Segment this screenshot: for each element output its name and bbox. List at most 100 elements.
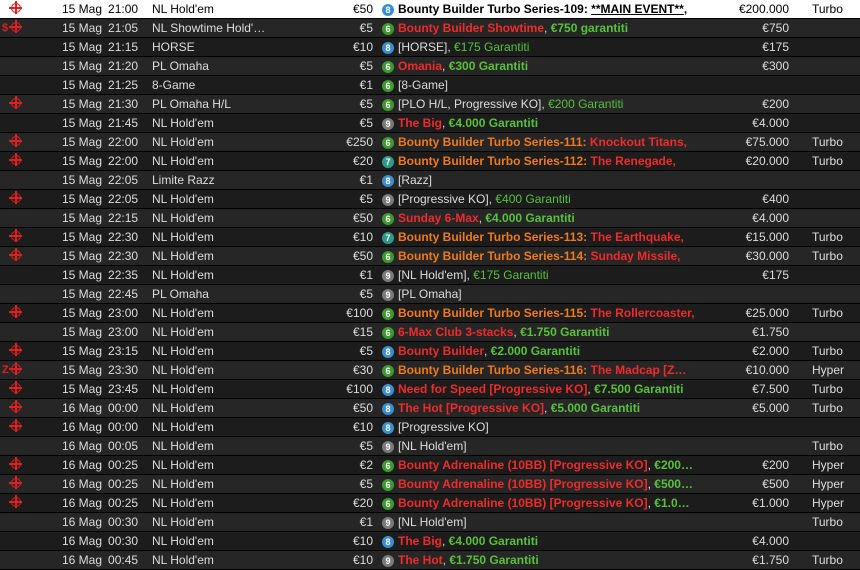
seats-7-icon: 7 xyxy=(382,232,394,244)
tournament-row[interactable]: 16 Mag 00:45 NL Hold'em €10 9 The Hot, €1… xyxy=(0,551,860,570)
tournament-row[interactable]: 16 Mag 00:25 NL Hold'em €2 6 Bounty Adren… xyxy=(0,456,860,475)
table-size-badge: 9 xyxy=(382,285,396,303)
speed-label xyxy=(812,418,860,436)
buy-in: €2 xyxy=(359,458,373,472)
tournament-name: Bounty Adrenaline (10BB) [Progressive KO… xyxy=(398,456,714,474)
tournament-row[interactable]: $ 15 Mag 21:05 NL Showtime Hold'… €5 6 Bo… xyxy=(0,19,860,38)
row-flags xyxy=(0,190,56,208)
tournament-row[interactable]: 15 Mag 21:25 8-Game €1 6 [8-Game] xyxy=(0,76,860,95)
name-segment: Bounty Builder xyxy=(398,344,484,358)
speed-label xyxy=(812,171,860,189)
tournament-row[interactable]: 15 Mag 23:00 NL Hold'em €15 6 6-Max Club … xyxy=(0,323,860,342)
start-datetime: 15 Mag 22:15 xyxy=(62,209,150,227)
seats-6-icon: 6 xyxy=(382,498,394,510)
table-size-badge: 6 xyxy=(382,494,396,512)
tournament-row[interactable]: 16 Mag 00:25 NL Hold'em €5 6 Bounty Adren… xyxy=(0,475,860,494)
tournament-name: Bounty Builder Turbo Series-109: **MAIN … xyxy=(398,0,714,18)
tournament-row[interactable]: 15 Mag 22:45 PL Omaha €5 9 [PL Omaha] xyxy=(0,285,860,304)
target-icon xyxy=(9,1,22,14)
tournament-row[interactable]: 16 Mag 00:25 NL Hold'em €20 6 Bounty Adre… xyxy=(0,494,860,513)
row-flags xyxy=(0,95,56,113)
row-flags xyxy=(0,418,56,436)
start-datetime: 15 Mag 21:00 xyxy=(62,0,150,18)
start-date: 15 Mag xyxy=(62,135,103,149)
name-segment: €400 Garantiti xyxy=(495,192,571,206)
tournament-row[interactable]: 15 Mag 22:35 NL Hold'em €1 9 [NL Hold'em]… xyxy=(0,266,860,285)
row-flags xyxy=(0,399,56,417)
tournament-row[interactable]: 15 Mag 21:20 PL Omaha €5 6 Omania, €300 G… xyxy=(0,57,860,76)
name-segment: Bounty Builder Turbo Series-109: xyxy=(398,2,592,16)
start-date: 16 Mag xyxy=(62,515,103,529)
tournament-row[interactable]: 15 Mag 22:00 NL Hold'em €20 7 Bounty Buil… xyxy=(0,152,860,171)
start-time: 22:00 xyxy=(108,135,139,149)
tournament-row[interactable]: 15 Mag 22:00 NL Hold'em €250 6 Bounty Bui… xyxy=(0,133,860,152)
seats-8-icon: 8 xyxy=(382,346,394,358)
tournament-row[interactable]: Z 15 Mag 23:30 NL Hold'em €30 6 Bounty Bu… xyxy=(0,361,860,380)
tournament-row[interactable]: 16 Mag 00:30 NL Hold'em €1 9 [NL Hold'em]… xyxy=(0,513,860,532)
start-datetime: 16 Mag 00:30 xyxy=(62,513,150,531)
tournament-row[interactable]: 15 Mag 22:15 NL Hold'em €50 6 Sunday 6-Ma… xyxy=(0,209,860,228)
target-icon xyxy=(9,96,22,109)
tournament-row[interactable]: 15 Mag 23:45 NL Hold'em €100 8 Need for S… xyxy=(0,380,860,399)
tournament-row[interactable]: 15 Mag 21:45 NL Hold'em €5 9 The Big, €4.… xyxy=(0,114,860,133)
tournament-list[interactable]: 15 Mag 21:00 NL Hold'em €50 8 Bounty Buil… xyxy=(0,0,860,570)
tournament-row[interactable]: 15 Mag 21:15 HORSE €10 8 [HORSE], €175 Ga… xyxy=(0,38,860,57)
start-time: 23:00 xyxy=(108,306,139,320)
tournament-row[interactable]: 15 Mag 21:30 PL Omaha H/L €5 6 [PLO H/L, … xyxy=(0,95,860,114)
name-segment: [NL Hold'em] xyxy=(398,515,467,529)
guaranteed-prize xyxy=(680,171,789,189)
speed-label xyxy=(812,209,860,227)
seats-6-icon: 6 xyxy=(382,365,394,377)
name-segment: Bounty Builder Showtime xyxy=(398,21,545,35)
tournament-name: Bounty Adrenaline (10BB) [Progressive KO… xyxy=(398,475,714,493)
start-date: 15 Mag xyxy=(62,268,103,282)
start-time: 21:00 xyxy=(108,2,139,16)
seats-8-icon: 8 xyxy=(382,384,394,396)
tournament-row[interactable]: 15 Mag 23:15 NL Hold'em €5 8 Bounty Build… xyxy=(0,342,860,361)
row-flags xyxy=(0,551,56,569)
tournament-row[interactable]: 16 Mag 00:00 NL Hold'em €50 8 The Hot [Pr… xyxy=(0,399,860,418)
row-flags xyxy=(0,513,56,531)
name-segment: The Hot xyxy=(398,553,443,567)
tournament-row[interactable]: 15 Mag 22:30 NL Hold'em €50 6 Bounty Buil… xyxy=(0,247,860,266)
tournament-row[interactable]: 15 Mag 23:00 NL Hold'em €100 6 Bounty Bui… xyxy=(0,304,860,323)
speed-label xyxy=(812,19,860,37)
speed-label: Turbo xyxy=(812,344,843,358)
start-date: 16 Mag xyxy=(62,496,103,510)
tournament-name: The Hot [Progressive KO], €5.000 Garanti… xyxy=(398,399,714,417)
tournament-name: [Razz] xyxy=(398,171,714,189)
speed-label xyxy=(812,323,860,341)
tournament-name: Need for Speed [Progressive KO], €7.500 … xyxy=(398,380,714,398)
tournament-row[interactable]: 15 Mag 21:00 NL Hold'em €50 8 Bounty Buil… xyxy=(0,0,860,19)
table-size-badge: 6 xyxy=(382,57,396,75)
tournament-row[interactable]: 15 Mag 22:05 NL Hold'em €5 9 [Progressive… xyxy=(0,190,860,209)
prefix-icon: $ xyxy=(2,22,9,34)
table-size-badge: 9 xyxy=(382,437,396,455)
start-time: 21:15 xyxy=(108,40,139,54)
table-size-badge: 6 xyxy=(382,95,396,113)
start-time: 22:35 xyxy=(108,268,139,282)
tournament-name: Omania, €300 Garantiti xyxy=(398,57,714,75)
table-size-badge: 7 xyxy=(382,152,396,170)
tournament-row[interactable]: 16 Mag 00:30 NL Hold'em €10 8 The Big, €4… xyxy=(0,532,860,551)
name-segment: Bounty Builder Turbo Series-116: xyxy=(398,363,591,377)
seats-9-icon: 9 xyxy=(382,441,394,453)
name-segment: [Progressive KO], xyxy=(398,192,496,206)
name-segment: Bounty Builder Turbo Series-113: xyxy=(398,230,591,244)
name-segment: The Earthquake, xyxy=(590,230,684,244)
guaranteed-prize: €1.000 xyxy=(752,496,789,510)
tournament-row[interactable]: 16 Mag 00:00 NL Hold'em €10 8 [Progressiv… xyxy=(0,418,860,437)
buy-in: €50 xyxy=(352,249,373,263)
start-date: 15 Mag xyxy=(62,97,103,111)
tournament-row[interactable]: 16 Mag 00:05 NL Hold'em €5 9 [NL Hold'em]… xyxy=(0,437,860,456)
table-size-badge: 6 xyxy=(382,304,396,322)
table-size-badge: 9 xyxy=(382,266,396,284)
start-date: 15 Mag xyxy=(62,344,103,358)
start-date: 15 Mag xyxy=(62,287,103,301)
name-segment: €4.000 Garantiti xyxy=(485,211,575,225)
name-segment: Knockout Titans, xyxy=(589,135,687,149)
tournament-row[interactable]: 15 Mag 22:05 Limite Razz €1 8 [Razz] xyxy=(0,171,860,190)
start-datetime: 16 Mag 00:45 xyxy=(62,551,150,569)
tournament-row[interactable]: 15 Mag 22:30 NL Hold'em €10 7 Bounty Buil… xyxy=(0,228,860,247)
speed-label: Turbo xyxy=(812,553,843,567)
